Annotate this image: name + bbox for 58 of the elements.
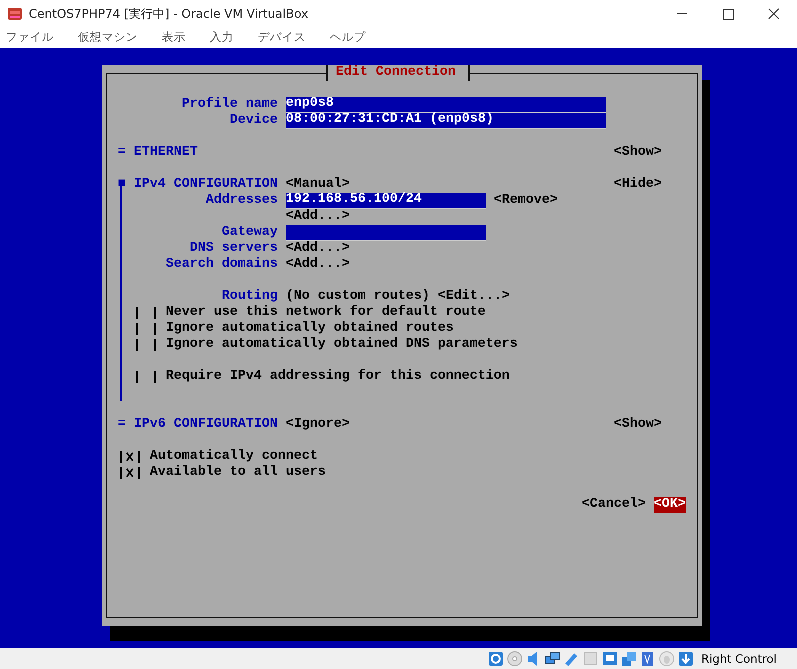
keyboard-icon[interactable]: [678, 650, 694, 667]
edit-button[interactable]: <Edit...>: [438, 288, 510, 305]
section-marker: =: [118, 416, 126, 433]
section-title: IPv6 CONFIGURATION: [134, 416, 278, 433]
section-title: IPv4 CONFIGURATION: [134, 176, 278, 193]
hard-disk-icon[interactable]: [488, 650, 504, 667]
checkbox-label: Ignore automatically obtained DNS parameters: [166, 336, 519, 353]
mode-button[interactable]: <Ignore>: [286, 416, 350, 433]
cross-icon: [126, 452, 134, 462]
menu-item[interactable]: ヘルプ: [324, 30, 375, 46]
menu-item[interactable]: ファイル: [0, 30, 63, 46]
field-label: Profile name: [182, 96, 278, 113]
toggle-button[interactable]: <Show>: [614, 144, 662, 161]
checkbox-label: Never use this network for default route: [166, 304, 487, 321]
windows-icon[interactable]: [621, 650, 638, 667]
add-button[interactable]: <Add...>: [286, 208, 350, 225]
toggle-button[interactable]: <Show>: [614, 416, 662, 433]
section-title: ETHERNET: [134, 144, 199, 161]
checkbox-label: Require IPv4 addressing for this connection: [166, 368, 511, 385]
host-key-label: Right Control: [701, 652, 777, 666]
checkbox[interactable]: [136, 322, 156, 335]
display-icon[interactable]: [602, 650, 618, 667]
menu-item[interactable]: デバイス: [252, 30, 315, 46]
checkbox[interactable]: [136, 306, 156, 319]
cross-icon: [126, 468, 134, 478]
input-field[interactable]: enp0s8: [286, 96, 606, 113]
mode-button[interactable]: <Manual>: [286, 176, 350, 193]
field-label: Gateway: [222, 224, 278, 241]
checkbox-label: Automatically connect: [150, 448, 319, 465]
toggle-button[interactable]: <Hide>: [614, 176, 662, 193]
window-title: CentOS7PHP74 [実行中] - Oracle VM VirtualBox: [29, 6, 310, 22]
dialog-title: Edit Connection: [326, 64, 470, 81]
field-label: Routing: [222, 288, 278, 305]
checkbox[interactable]: [120, 466, 140, 479]
checkbox-label: Available to all users: [150, 464, 327, 481]
checkbox-label: Ignore automatically obtained routes: [166, 320, 455, 337]
field-label: Device: [230, 112, 278, 129]
checkbox[interactable]: [136, 338, 156, 351]
checkbox[interactable]: [136, 370, 156, 383]
network-icon[interactable]: [545, 650, 562, 667]
remove-button[interactable]: <Remove>: [494, 192, 558, 209]
add-button[interactable]: <Add...>: [286, 256, 350, 273]
field-label: DNS servers: [190, 240, 278, 257]
input-field[interactable]: 08:00:27:31:CD:A1 (enp0s8): [286, 112, 606, 129]
dialog-button[interactable]: <OK>: [654, 496, 686, 513]
app-icon: [7, 6, 23, 22]
field-label: Addresses: [206, 192, 278, 209]
add-button[interactable]: <Add...>: [286, 240, 350, 257]
menu-item[interactable]: 仮想マシン: [72, 30, 147, 46]
routing-value: (No custom routes): [286, 288, 430, 305]
section-marker: =: [118, 144, 126, 161]
checkbox[interactable]: [120, 450, 140, 463]
menu-item[interactable]: 入力: [204, 30, 243, 46]
menu-item[interactable]: 表示: [156, 30, 195, 46]
field-label: Search domains: [166, 256, 278, 273]
dialog-button[interactable]: <Cancel>: [582, 496, 646, 513]
input-field[interactable]: [286, 224, 486, 241]
input-field[interactable]: 192.168.56.100/24: [286, 192, 486, 209]
